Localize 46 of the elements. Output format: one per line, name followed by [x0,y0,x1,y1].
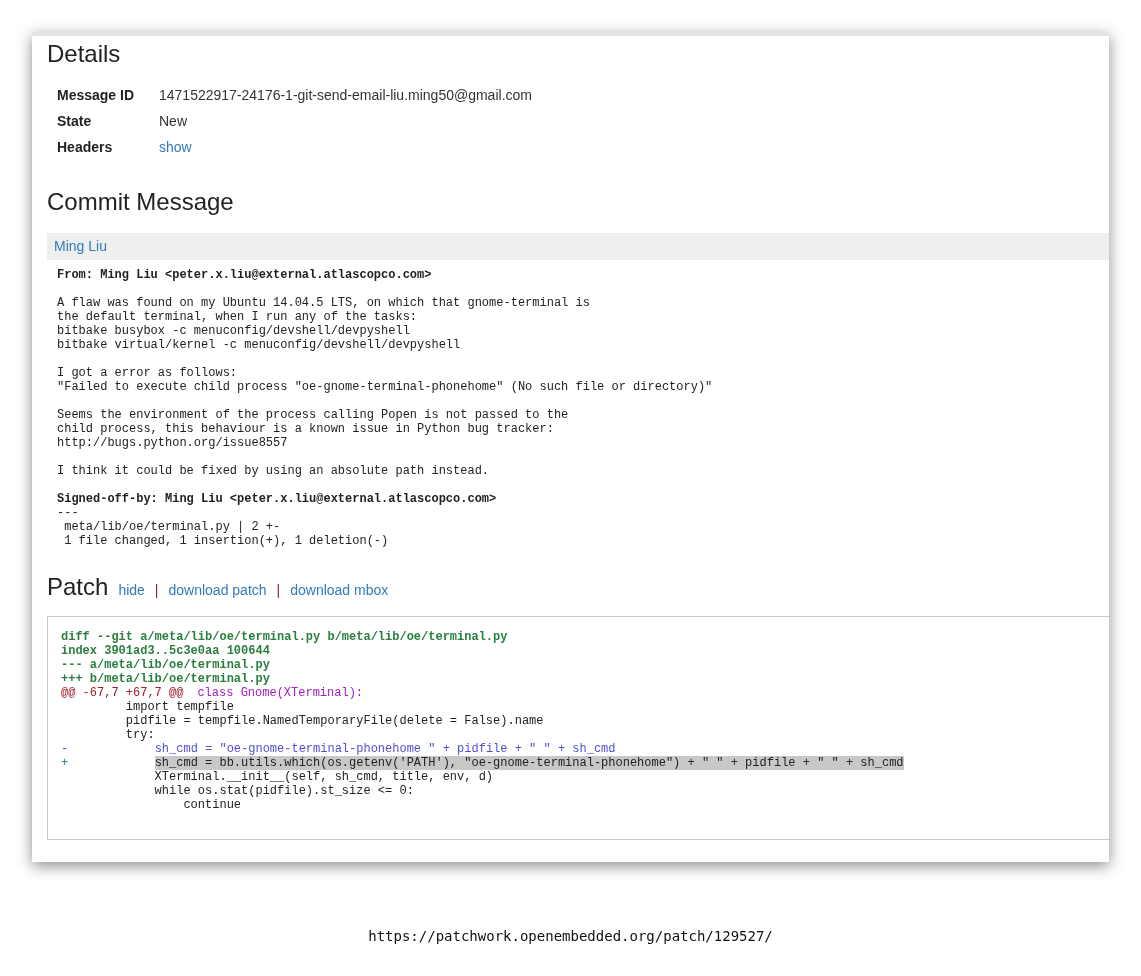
diff-marker: + [61,756,69,770]
message-line: Signed-off-by: Ming Liu <peter.x.liu@external.atlascopco.com> [57,492,498,506]
detail-label: State [57,113,93,129]
code-line: try: [124,728,156,742]
message-line: From: Ming Liu <peter.x.liu@external.atlascopco.com> [57,268,433,282]
message-line: A flaw was found on my Ubuntu 14.04.5 LTS, on which that gnome-terminal is [57,296,591,310]
link-separator: | [276,581,281,600]
diff-marker: - [61,742,69,756]
diff-header-line: +++ b/meta/lib/oe/terminal.py [61,672,271,686]
message-line: I got a error as follows: [57,366,239,380]
diff-header-line: --- a/meta/lib/oe/terminal.py [61,658,271,672]
hunk-range: @@ -67,7 +67,7 @@ [61,686,184,700]
detail-value: 1471522917-24176-1-git-send-email-liu.ming50@gmail.com [159,87,532,103]
patch-link[interactable]: download mbox [290,580,389,601]
message-line: the default terminal, when I run any of the tasks: [57,310,419,324]
section-heading: Commit Message [47,187,235,217]
message-line: bitbake busybox -c menuconfig/devshell/devpyshell [57,324,411,338]
detail-label: Headers [57,139,114,155]
code-line: import tempfile [124,700,235,714]
link-separator: | [154,581,159,600]
message-line: --- [57,506,80,520]
author-name: Ming Liu [54,237,107,256]
section-heading: Patch [47,572,109,602]
message-line: I think it could be fixed by using an absolute path instead. [57,464,491,478]
detail-label: Message ID [57,87,136,103]
headers-link[interactable]: show [159,139,192,155]
section-heading: Details [47,39,122,69]
patch-link[interactable]: download patch [168,580,267,601]
hunk-section: class Gnome(XTerminal): [197,686,364,700]
detail-value: New [159,113,187,129]
message-line: http://bugs.python.org/issue8557 [57,436,289,450]
code-line: while os.stat(pidfile).st_size <= 0: [153,784,415,798]
message-line: 1 file changed, 1 insertion(+), 1 deletion(-) [63,534,390,548]
message-line: bitbake virtual/kernel -c menuconfig/devshell/devpyshell [57,338,462,352]
code-line: XTerminal.__init__(self, sh_cmd, title, env, d) [153,770,495,784]
diff-header-line: index 3901ad3..5c3e0aa 100644 [61,644,271,658]
patch-link[interactable]: hide [118,580,145,601]
removed-code-line: sh_cmd = "oe-gnome-terminal-phonehome " + pidfile + " " + sh_cmd [154,742,616,756]
diff-header-line: diff --git a/meta/lib/oe/terminal.py b/meta/lib/oe/terminal.py [61,630,509,644]
message-line: Seems the environment of the process calling Popen is not passed to the [57,408,570,422]
code-line: pidfile = tempfile.NamedTemporaryFile(delete = False).name [124,714,545,728]
page-url-caption: https://patchwork.openembedded.org/patch/129527/ [368,927,773,946]
message-line: meta/lib/oe/terminal.py | 2 +- [63,520,282,534]
code-line: continue [182,798,243,812]
message-line: "Failed to execute child process "oe-gnome-terminal-phonehome" (No such file or directory)" [57,380,714,394]
message-line: child process, this behaviour is a known issue in Python bug tracker: [57,422,555,436]
